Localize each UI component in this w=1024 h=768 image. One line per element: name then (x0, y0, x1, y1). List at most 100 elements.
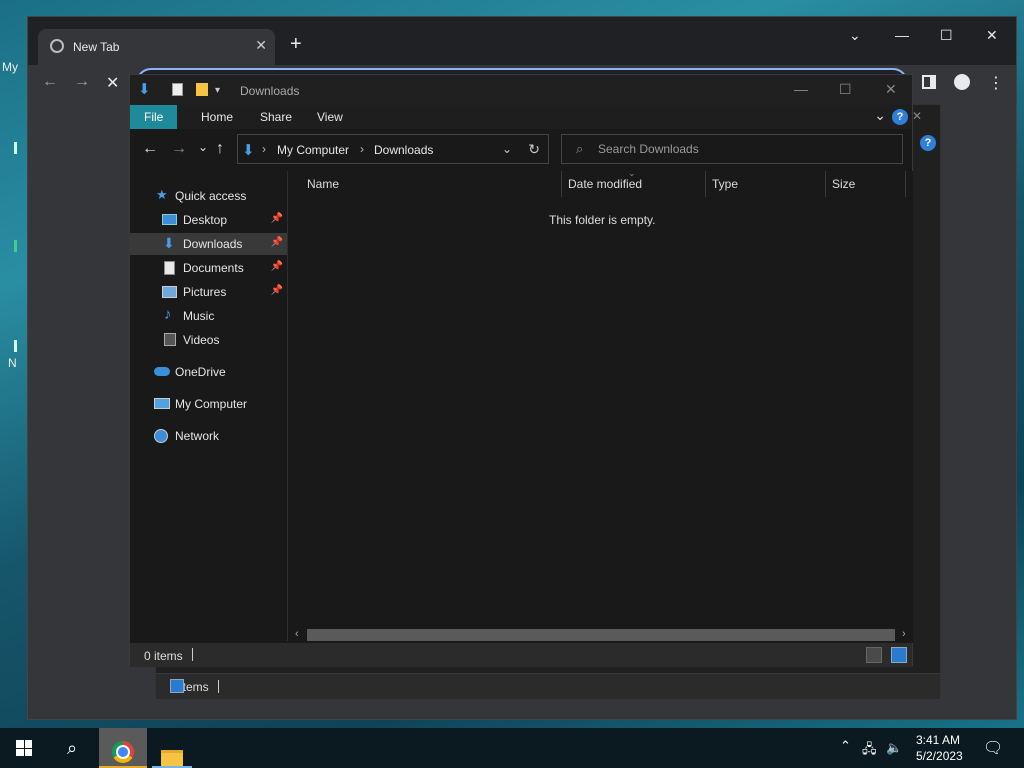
taskbar-chrome[interactable] (99, 728, 147, 768)
sidebar-item-label: Documents (183, 261, 244, 275)
column-header-date-modified[interactable]: Date modified (568, 177, 642, 191)
tab-search-icon[interactable]: ⌄ (849, 27, 861, 44)
properties-icon[interactable] (172, 83, 183, 96)
breadcrumb-downloads[interactable]: Downloads (374, 143, 433, 157)
sidebar-item-music[interactable]: ♪ Music (130, 305, 287, 327)
bg-close-icon[interactable]: ✕ (912, 109, 922, 123)
empty-folder-message: This folder is empty. (549, 213, 656, 227)
start-button[interactable] (0, 728, 48, 768)
windows-logo-icon (16, 740, 32, 756)
search-button[interactable]: ⌕ (48, 728, 96, 768)
column-header-name[interactable]: Name (307, 177, 339, 191)
bg-status-bar: 6 items (156, 673, 940, 699)
expand-ribbon-icon[interactable]: ⌄ (874, 107, 886, 124)
sidebar-item-quick-access[interactable]: ★ Quick access (130, 185, 287, 207)
breadcrumb-separator[interactable]: › (262, 142, 266, 156)
show-hidden-icons-icon[interactable]: ⌃ (840, 738, 851, 754)
sidebar-item-onedrive[interactable]: OneDrive (130, 361, 287, 383)
status-divider (192, 648, 193, 661)
sidebar-item-pictures[interactable]: Pictures 📌 (130, 281, 287, 303)
new-folder-icon[interactable] (196, 83, 208, 96)
column-header-size[interactable]: Size (832, 177, 855, 191)
side-panel-icon[interactable] (922, 75, 936, 89)
new-tab-icon (50, 39, 64, 53)
maximize-button[interactable]: ☐ (839, 81, 852, 98)
search-icon: ⌕ (66, 738, 78, 758)
chrome-maximize-button[interactable]: ☐ (940, 27, 953, 44)
chrome-icon (112, 741, 134, 763)
volume-icon[interactable]: 🔈 (886, 740, 902, 756)
column-divider[interactable] (561, 171, 562, 197)
desktop-icon-edge (14, 340, 17, 352)
forward-arrow-icon[interactable]: → (171, 141, 187, 157)
sidebar-item-documents[interactable]: Documents 📌 (130, 257, 287, 279)
item-count: 0 items (144, 649, 183, 663)
profile-icon[interactable] (954, 74, 970, 90)
details-view-icon[interactable] (866, 647, 882, 663)
breadcrumb-my-computer[interactable]: My Computer (277, 143, 349, 157)
address-dropdown-icon[interactable]: ⌄ (502, 142, 512, 156)
taskbar-file-explorer[interactable] (148, 728, 196, 768)
sidebar-item-videos[interactable]: Videos (130, 329, 287, 351)
chrome-tabstrip: New Tab ✕ + ⌄ — ☐ ✕ (28, 17, 1016, 65)
tab-file[interactable]: File (130, 105, 178, 129)
pin-icon[interactable]: 📌 (271, 213, 283, 224)
recent-locations-icon[interactable]: ⌄ (198, 139, 208, 155)
help-icon[interactable]: ? (892, 109, 908, 125)
download-arrow-icon: ⬇ (138, 81, 151, 98)
tab-home[interactable]: Home (187, 105, 247, 129)
sidebar-item-my-computer[interactable]: My Computer (130, 393, 287, 415)
explorer-window: ⬇ ▾ Downloads — ☐ ✕ File Home Share View… (129, 74, 913, 667)
chrome-minimize-button[interactable]: — (895, 27, 909, 43)
column-divider[interactable] (905, 171, 906, 197)
back-arrow-icon[interactable]: ← (142, 141, 158, 157)
scroll-left-icon[interactable]: ‹ (295, 628, 299, 640)
cloud-icon (154, 367, 170, 376)
refresh-icon[interactable]: ↻ (528, 141, 540, 158)
column-header-type[interactable]: Type (712, 177, 738, 191)
pin-icon[interactable]: 📌 (271, 285, 283, 296)
folder-icon (161, 750, 183, 766)
sidebar-item-network[interactable]: Network (130, 425, 287, 447)
chrome-tab[interactable]: New Tab ✕ (38, 29, 275, 65)
sidebar-item-downloads[interactable]: ⬇ Downloads 📌 (130, 233, 287, 255)
menu-kebab-icon[interactable]: ⋮ (988, 73, 1004, 93)
scroll-right-icon[interactable]: › (902, 628, 906, 640)
search-input[interactable] (598, 141, 888, 157)
notification-icon[interactable]: 🗨 (983, 738, 1003, 758)
large-icons-view-icon[interactable] (891, 647, 907, 663)
pin-icon[interactable]: 📌 (271, 237, 283, 248)
search-box[interactable]: ⌕ (561, 134, 903, 164)
window-title: Downloads (240, 84, 300, 98)
new-tab-button[interactable]: + (290, 34, 302, 54)
up-arrow-icon[interactable]: ↑ (216, 141, 224, 157)
music-icon: ♪ (164, 306, 172, 323)
desktop-icon (162, 214, 177, 225)
file-list-pane: Name ⌄ Date modified Type Size This fold… (289, 168, 913, 641)
system-clock[interactable]: 3:41 AM 5/2/2023 (916, 732, 963, 764)
network-tray-icon[interactable]: 🖧 (862, 740, 877, 762)
column-divider[interactable] (825, 171, 826, 197)
sidebar-item-label: Network (175, 429, 220, 443)
tab-view[interactable]: View (303, 105, 357, 129)
bg-help-icon[interactable]: ? (920, 135, 936, 151)
clock-date: 5/2/2023 (916, 749, 963, 763)
breadcrumb-separator[interactable]: › (360, 142, 364, 156)
close-tab-icon[interactable]: ✕ (255, 37, 267, 54)
back-arrow-icon[interactable]: ← (42, 73, 58, 91)
quick-access-dropdown-icon[interactable]: ▾ (215, 85, 220, 96)
stop-loading-icon[interactable]: ✕ (106, 73, 119, 93)
bg-large-icons-view-icon[interactable] (170, 679, 184, 693)
minimize-button[interactable]: — (794, 81, 808, 97)
sidebar-item-desktop[interactable]: Desktop 📌 (130, 209, 287, 231)
chrome-close-button[interactable]: ✕ (986, 27, 998, 44)
column-divider[interactable] (705, 171, 706, 197)
horizontal-scrollbar[interactable]: ‹ › (289, 627, 913, 643)
close-button[interactable]: ✕ (885, 81, 897, 98)
scrollbar-thumb[interactable] (307, 629, 895, 641)
tab-share[interactable]: Share (246, 105, 306, 129)
address-bar[interactable]: ⬇ › My Computer › Downloads ⌄ ↻ (237, 134, 549, 164)
forward-arrow-icon[interactable]: → (74, 73, 90, 91)
pin-icon[interactable]: 📌 (271, 261, 283, 272)
clock-time: 3:41 AM (916, 733, 961, 747)
